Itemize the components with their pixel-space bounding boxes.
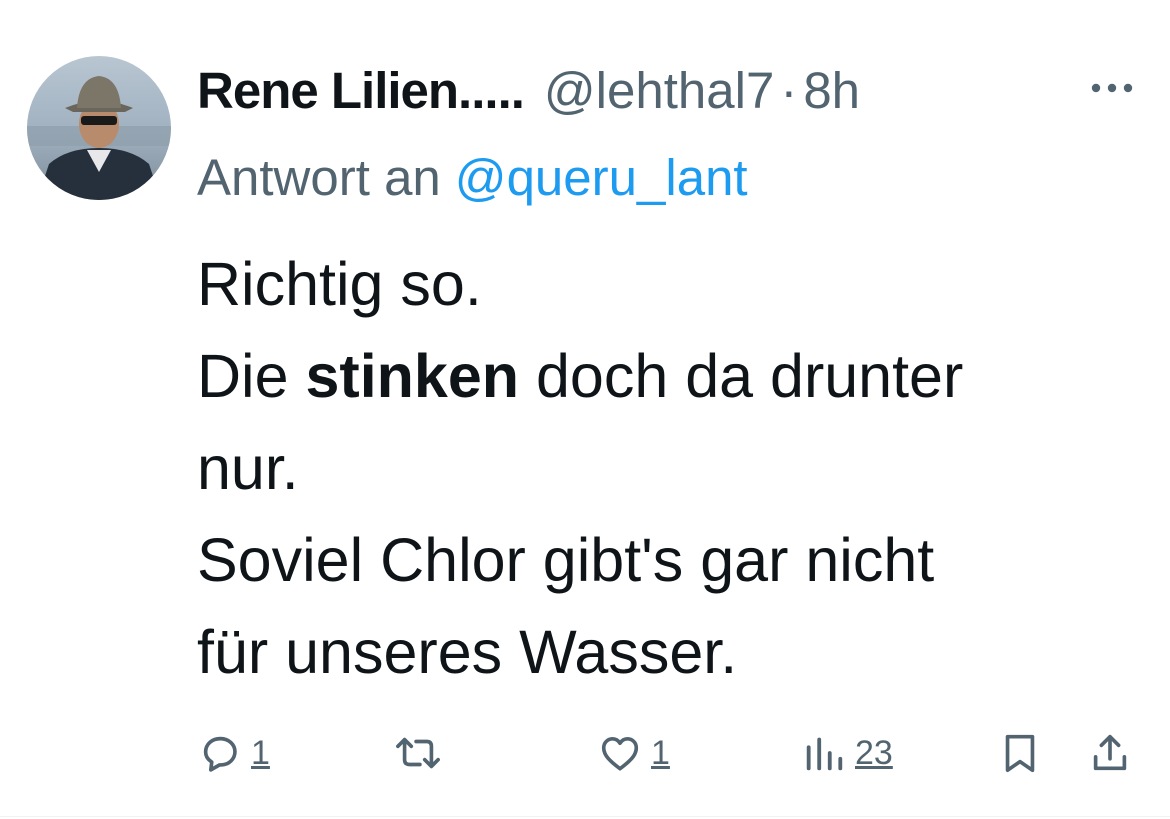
tweet-text-line: für unseres Wasser.	[197, 618, 738, 686]
author-name[interactable]: Rene Lilien.....	[197, 61, 525, 120]
reply-bubble-icon	[203, 736, 237, 772]
like-count[interactable]: 1	[651, 734, 670, 773]
more-horizontal-icon	[1091, 83, 1133, 93]
bookmark-button[interactable]	[997, 718, 1043, 788]
tweet-text-line: Soviel Chlor gibt's gar nicht	[197, 526, 935, 594]
heart-icon	[601, 736, 639, 771]
tweet-text-line: nur.	[197, 434, 299, 502]
avatar-image	[27, 56, 171, 200]
tweet-text-bold: stinken	[305, 342, 520, 410]
reply-button[interactable]: 1	[197, 718, 270, 788]
tweet-text: Richtig so. Die stinken doch da drunter …	[197, 238, 1157, 698]
retweet-button[interactable]	[393, 718, 443, 788]
divider	[0, 816, 1170, 817]
author-handle[interactable]: @lehthal7	[544, 61, 774, 120]
share-icon	[1093, 734, 1127, 771]
tweet-text-segment: Die	[197, 342, 306, 410]
reply-count[interactable]: 1	[251, 734, 270, 773]
bar-chart-icon	[806, 737, 843, 771]
avatar[interactable]	[27, 56, 171, 200]
like-button[interactable]: 1	[597, 718, 670, 788]
tweet-text-segment: doch da drunter	[519, 342, 964, 410]
reply-mention-link[interactable]: @queru_lant	[455, 148, 748, 207]
more-button[interactable]	[1084, 70, 1140, 106]
reply-context: Antwort an @queru_lant	[197, 146, 748, 208]
tweet-header: Rene Lilien..... @lehthal7 · 8h	[197, 58, 860, 122]
views-button[interactable]: 23	[801, 718, 893, 788]
separator-dot: ·	[780, 61, 798, 119]
share-button[interactable]	[1087, 718, 1133, 788]
tweet-text-line: Die stinken doch da drunter	[197, 330, 1157, 422]
tweet: Rene Lilien..... @lehthal7 · 8h Antwort …	[0, 0, 1170, 819]
bookmark-icon	[1005, 734, 1035, 773]
reply-prefix: Antwort an	[197, 148, 441, 206]
views-count[interactable]: 23	[855, 734, 893, 773]
timestamp[interactable]: 8h	[803, 61, 860, 120]
tweet-text-line: Richtig so.	[197, 250, 482, 318]
retweet-icon	[396, 737, 440, 769]
action-bar: 1 1 23	[197, 718, 1147, 788]
